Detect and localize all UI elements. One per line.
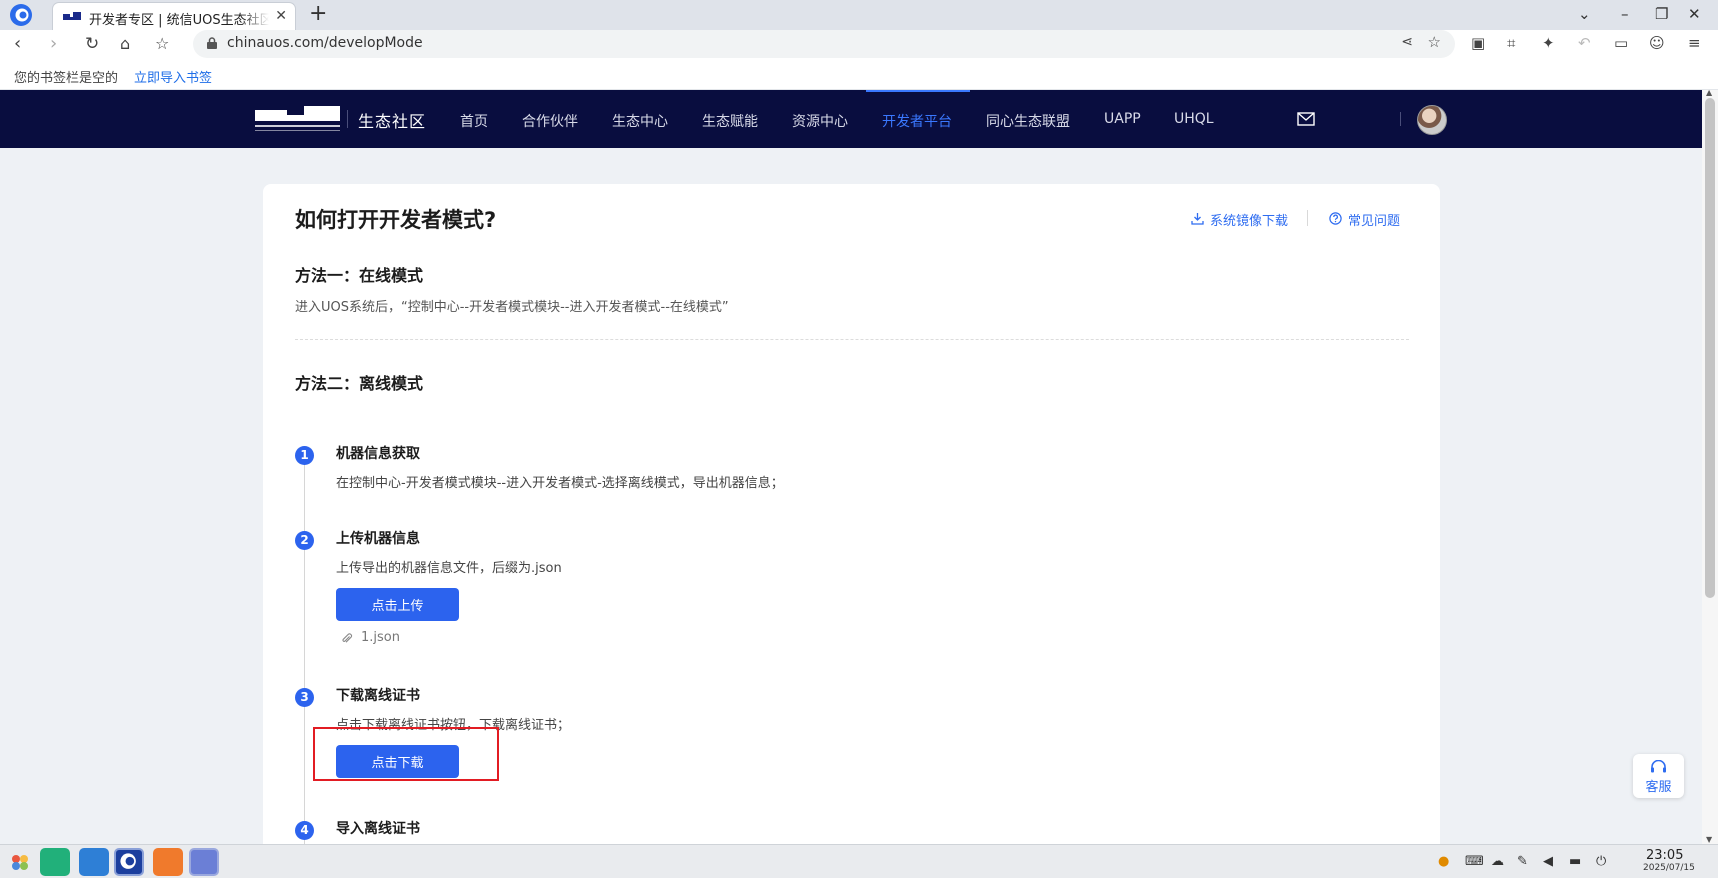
network-tray-icon[interactable]: ☁: [1491, 854, 1504, 869]
faq-label: 常见问题: [1348, 214, 1401, 229]
home-icon[interactable]: ⌂: [120, 30, 130, 58]
nav-partners[interactable]: 合作伙伴: [522, 111, 578, 131]
tab-list-chevron-icon[interactable]: ⌄: [1578, 5, 1591, 23]
site-header: 生态社区 首页 合作伙伴 生态中心 生态赋能 资源中心 开发者平台 同心生态联盟…: [0, 90, 1702, 148]
nav-uapp[interactable]: UAPP: [1104, 111, 1141, 127]
method-online-desc: 进入UOS系统后，“控制中心--开发者模式模块--进入开发者模式--在线模式”: [295, 300, 729, 315]
volume-icon[interactable]: ◀: [1543, 854, 1553, 869]
bookmark-empty-text: 您的书签栏是空的: [14, 71, 119, 86]
method-online-title: 方法一：在线模式: [295, 266, 424, 285]
highlight-annotation-box: [313, 727, 499, 781]
step-3-badge: 3: [295, 688, 314, 707]
launcher-icon[interactable]: [5, 848, 35, 876]
method-offline-title: 方法二：离线模式: [295, 374, 424, 393]
step-2-title: 上传机器信息: [336, 531, 420, 547]
extension-app-icon[interactable]: ▣: [1471, 34, 1485, 52]
section-divider: [295, 339, 1409, 340]
app-orange-icon[interactable]: [153, 848, 183, 876]
steps-timeline: [304, 446, 305, 854]
url-text: chinauos.com/developMode: [227, 35, 423, 51]
system-image-download-link[interactable]: 系统镜像下载: [1191, 210, 1288, 229]
step-4-title: 导入离线证书: [336, 821, 420, 837]
step-2-desc: 上传导出的机器信息文件，后缀为.json: [336, 561, 562, 576]
clock-date[interactable]: 2025/07/15: [1643, 863, 1695, 873]
customer-service-widget[interactable]: 客服: [1633, 754, 1684, 798]
attachment-filename: 1.json: [361, 630, 400, 645]
nav-uhql[interactable]: UHQL: [1174, 111, 1214, 127]
step-4-badge: 4: [295, 821, 314, 840]
scroll-down-arrow-icon[interactable]: ▼: [1706, 835, 1712, 844]
tab-close-icon[interactable]: ✕: [275, 8, 287, 24]
menu-icon[interactable]: ≡: [1688, 34, 1701, 52]
browser-logo-icon[interactable]: [9, 3, 33, 27]
minimize-icon[interactable]: –: [1621, 5, 1629, 23]
scroll-thumb[interactable]: [1705, 98, 1715, 598]
restore-icon[interactable]: ❐: [1655, 5, 1668, 23]
pen-tray-icon[interactable]: ✎: [1517, 854, 1528, 869]
new-tab-button[interactable]: +: [309, 1, 327, 27]
customer-service-label: 客服: [1645, 780, 1672, 795]
reload-icon[interactable]: ↻: [85, 30, 99, 58]
attachment-file[interactable]: 1.json: [341, 630, 400, 645]
link-separator: [1307, 210, 1308, 226]
profile-icon[interactable]: ☺: [1649, 34, 1665, 52]
browser-tab[interactable]: 开发者专区 | 统信UOS生态社区 ✕: [52, 2, 296, 30]
app-store-icon[interactable]: [79, 848, 109, 876]
brand-separator: [347, 110, 348, 128]
lock-icon: [207, 37, 217, 49]
keyboard-tray-icon[interactable]: ⌨: [1465, 854, 1484, 869]
undo-icon[interactable]: ↶: [1578, 34, 1591, 52]
share-icon[interactable]: ⋖: [1401, 34, 1413, 50]
settings-gear-icon[interactable]: [189, 848, 219, 876]
upload-button[interactable]: 点击上传: [336, 588, 459, 621]
uos-logo[interactable]: [255, 106, 340, 134]
system-image-download-label: 系统镜像下载: [1210, 214, 1289, 229]
header-separator: [1400, 112, 1401, 126]
paperclip-icon: [342, 633, 353, 643]
close-window-icon[interactable]: ✕: [1688, 5, 1701, 23]
back-icon[interactable]: ‹: [14, 30, 21, 58]
nav-eco-empower[interactable]: 生态赋能: [702, 111, 758, 131]
file-manager-icon[interactable]: [40, 848, 70, 876]
nav-eco-center[interactable]: 生态中心: [612, 111, 668, 131]
avatar[interactable]: [1417, 105, 1447, 135]
notification-tray-icon[interactable]: ●: [1438, 854, 1449, 869]
nav-developer-platform[interactable]: 开发者平台: [882, 111, 952, 131]
battery-tray-icon[interactable]: ▬: [1569, 854, 1581, 869]
step-1-badge: 1: [295, 446, 314, 465]
step-1-title: 机器信息获取: [336, 446, 420, 462]
uos-favicon-icon: [63, 12, 81, 20]
puzzle-extensions-icon[interactable]: ✦: [1542, 34, 1555, 52]
step-3-title: 下载离线证书: [336, 688, 420, 704]
import-bookmarks-link[interactable]: 立即导入书签: [134, 67, 212, 86]
step-2-badge: 2: [295, 531, 314, 550]
crop-screenshot-icon[interactable]: ⌗: [1507, 34, 1515, 52]
faq-link[interactable]: 常见问题: [1329, 210, 1400, 229]
forward-icon[interactable]: ›: [50, 30, 57, 58]
page-title: 如何打开开发者模式?: [295, 208, 497, 232]
favorite-star-icon[interactable]: ☆: [1428, 33, 1441, 51]
site-brand[interactable]: 生态社区: [358, 108, 426, 132]
power-icon[interactable]: ⏻: [1596, 854, 1606, 869]
scroll-up-arrow-icon[interactable]: ▲: [1706, 88, 1712, 97]
sidebar-icon[interactable]: ▭: [1614, 34, 1628, 52]
nav-resources[interactable]: 资源中心: [792, 111, 848, 131]
bookmark-star-icon[interactable]: ☆: [155, 30, 169, 58]
download-icon: [1191, 213, 1204, 225]
browser-taskbar-icon[interactable]: [114, 848, 144, 876]
question-circle-icon: [1329, 212, 1342, 225]
nav-alliance[interactable]: 同心生态联盟: [986, 111, 1070, 131]
mail-icon[interactable]: [1297, 112, 1315, 126]
bookmark-bar: 您的书签栏是空的 立即导入书签: [0, 62, 1718, 90]
address-bar[interactable]: chinauos.com/developMode ⋖ ☆: [193, 30, 1455, 58]
system-taskbar: ● ⌨ ☁ ✎ ◀ ▬ ⏻ 23:05 2025/07/15: [0, 844, 1718, 878]
browser-tab-bar: 开发者专区 | 统信UOS生态社区 ✕ + ⌄ – ❐ ✕: [0, 0, 1718, 30]
nav-home[interactable]: 首页: [460, 111, 488, 131]
step-1-desc: 在控制中心-开发者模式模块--进入开发者模式-选择离线模式，导出机器信息；: [336, 476, 784, 491]
active-nav-indicator: [866, 90, 970, 92]
tab-title: 开发者专区 | 统信UOS生态社区: [89, 13, 269, 28]
clock-time[interactable]: 23:05: [1646, 848, 1683, 863]
page-scrollbar[interactable]: ▲ ▼: [1702, 88, 1718, 844]
headset-icon: [1651, 760, 1666, 773]
